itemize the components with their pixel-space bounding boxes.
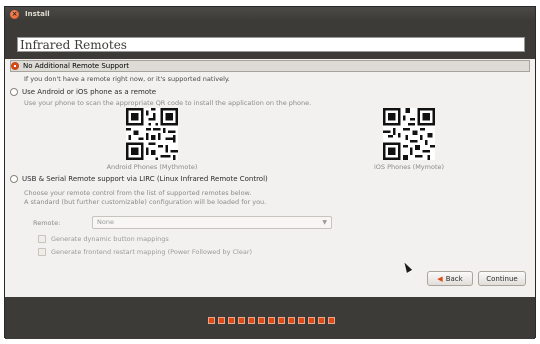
radio-icon[interactable] xyxy=(10,88,18,96)
progress-step xyxy=(238,317,245,324)
radio-icon[interactable] xyxy=(11,62,19,70)
option-lirc-remote[interactable]: USB & Serial Remote support via LIRC (Li… xyxy=(10,173,530,185)
progress-indicator xyxy=(208,317,335,324)
checkbox-restart-mapping[interactable]: Generate frontend restart mapping (Power… xyxy=(38,247,252,257)
checkbox-dynamic-label: Generate dynamic button mappings xyxy=(51,235,169,243)
checkbox-icon[interactable] xyxy=(38,235,46,243)
remote-select[interactable]: None ▼ xyxy=(92,216,332,229)
ios-qr-code xyxy=(383,108,435,160)
remote-label: Remote: xyxy=(33,219,61,227)
option-lirc-description-line2: A standard (but further customizable) co… xyxy=(24,198,267,206)
option-no-remote-description: If you don't have a remote right now, or… xyxy=(24,75,230,83)
checkbox-icon[interactable] xyxy=(38,248,46,256)
checkbox-restart-label: Generate frontend restart mapping (Power… xyxy=(51,248,253,256)
header-banner: Infrared Remotes xyxy=(5,21,535,59)
remote-select-value: None xyxy=(97,218,114,226)
radio-icon[interactable] xyxy=(10,175,18,183)
continue-button[interactable]: Continue xyxy=(478,271,526,286)
back-button[interactable]: ◀ Back xyxy=(427,271,473,286)
option-no-remote-label: No Additional Remote Support xyxy=(23,62,130,70)
titlebar: × Install xyxy=(5,7,535,21)
ios-qr-caption: iOS Phones (Mymote) xyxy=(373,163,445,171)
progress-step xyxy=(218,317,225,324)
android-qr-caption: Android Phones (Mythmote) xyxy=(106,163,198,171)
progress-step xyxy=(248,317,255,324)
mouse-cursor-icon xyxy=(401,261,413,273)
option-lirc-description-line1: Choose your remote control from the list… xyxy=(24,189,252,197)
checkbox-dynamic-mappings[interactable]: Generate dynamic button mappings xyxy=(38,234,169,244)
option-phone-remote-description: Use your phone to scan the appropriate Q… xyxy=(24,99,312,107)
chevron-down-icon: ▼ xyxy=(322,219,327,226)
progress-step xyxy=(268,317,275,324)
progress-step xyxy=(278,317,285,324)
progress-step xyxy=(318,317,325,324)
progress-step xyxy=(258,317,265,324)
option-phone-remote[interactable]: Use Android or iOS phone as a remote xyxy=(10,86,530,98)
progress-step xyxy=(308,317,315,324)
android-qr-code xyxy=(126,108,178,160)
back-button-label: Back xyxy=(445,274,463,283)
progress-step xyxy=(298,317,305,324)
page-title: Infrared Remotes xyxy=(17,37,525,52)
progress-step xyxy=(288,317,295,324)
option-lirc-remote-label: USB & Serial Remote support via LIRC (Li… xyxy=(22,175,268,183)
option-phone-remote-label: Use Android or iOS phone as a remote xyxy=(22,88,157,96)
close-icon[interactable]: × xyxy=(10,9,19,19)
continue-button-label: Continue xyxy=(486,274,518,283)
installer-window: × Install Infrared Remotes No Additional… xyxy=(4,6,536,339)
progress-step xyxy=(328,317,335,324)
back-arrow-icon: ◀ xyxy=(437,274,443,283)
option-no-remote[interactable]: No Additional Remote Support xyxy=(10,60,530,72)
window-title: Install xyxy=(25,10,50,18)
progress-step xyxy=(228,317,235,324)
footer-bar xyxy=(5,297,535,339)
progress-step xyxy=(208,317,215,324)
